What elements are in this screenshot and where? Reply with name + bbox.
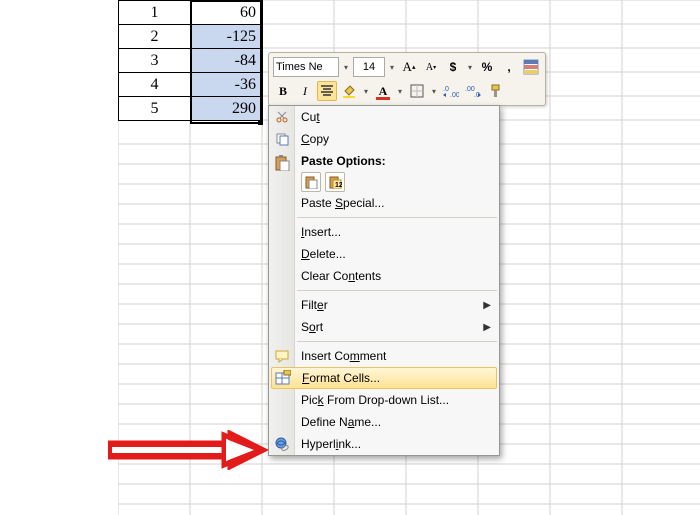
center-align-button[interactable] <box>317 81 337 101</box>
row-label[interactable]: 2 <box>119 25 191 49</box>
menu-label: Pick From Drop-down List... <box>301 393 449 407</box>
menu-paste-options: Paste Options: 123 <box>269 150 499 192</box>
menu-label: Paste Special... <box>301 196 384 210</box>
menu-format-cells[interactable]: Format Cells... <box>271 367 497 389</box>
shrink-font-button[interactable]: A▾ <box>421 57 441 77</box>
menu-separator <box>297 217 497 218</box>
row-label[interactable]: 4 <box>119 73 191 97</box>
mini-toolbar: Times Ne ▾ 14 ▾ A▴ A▾ $ ▾ % , B I ▾ A ▾ … <box>268 52 546 106</box>
font-color-dropdown[interactable]: ▾ <box>395 82 405 100</box>
fill-color-button[interactable] <box>339 81 359 101</box>
table-row[interactable]: 160 <box>119 1 263 25</box>
dec-decimal-icon: .00.0 <box>465 84 481 98</box>
borders-button[interactable] <box>407 81 427 101</box>
menu-insert-comment[interactable]: Insert Comment <box>269 345 499 367</box>
red-arrow-annotation <box>108 430 268 470</box>
menu-label: Insert... <box>301 225 341 239</box>
font-color-button[interactable]: A <box>373 81 393 101</box>
conditional-format-icon <box>523 59 539 75</box>
copy-icon <box>273 130 291 148</box>
menu-clear-contents[interactable]: Clear Contents <box>269 265 499 287</box>
row-value[interactable]: -84 <box>191 49 263 73</box>
row-label[interactable]: 3 <box>119 49 191 73</box>
menu-label: Copy <box>301 132 329 146</box>
table-row[interactable]: 5290 <box>119 97 263 121</box>
decrease-decimal-button[interactable]: .00.0 <box>463 81 483 101</box>
menu-filter[interactable]: Filter ▶ <box>269 294 499 316</box>
menu-define-name[interactable]: Define Name... <box>269 411 499 433</box>
row-value[interactable]: 290 <box>191 97 263 121</box>
menu-label: Sort <box>301 320 323 334</box>
menu-hyperlink[interactable]: Hyperlink... <box>269 433 499 455</box>
menu-label: Insert Comment <box>301 349 386 363</box>
data-table[interactable]: 160 2-125 3-84 4-36 5290 <box>118 0 263 121</box>
comment-icon <box>273 347 291 365</box>
menu-label: Format Cells... <box>302 371 380 385</box>
borders-icon <box>410 84 424 98</box>
borders-dropdown[interactable]: ▾ <box>429 82 439 100</box>
menu-sort[interactable]: Sort ▶ <box>269 316 499 338</box>
row-label[interactable]: 5 <box>119 97 191 121</box>
bucket-icon <box>342 84 356 98</box>
fill-color-dropdown[interactable]: ▾ <box>361 82 371 100</box>
comma-button[interactable]: , <box>499 57 519 77</box>
font-name-dropdown[interactable]: ▾ <box>341 58 351 76</box>
format-cells-icon <box>274 369 292 387</box>
font-name-box[interactable]: Times Ne <box>273 57 339 77</box>
menu-label: Cut <box>301 110 320 124</box>
svg-text:123: 123 <box>335 182 342 189</box>
clipboard-icon <box>304 175 318 189</box>
menu-label: Define Name... <box>301 415 381 429</box>
font-size-box[interactable]: 14 <box>353 57 385 77</box>
menu-separator <box>297 290 497 291</box>
paintbrush-icon <box>488 84 502 98</box>
format-painter-button[interactable] <box>485 81 505 101</box>
chevron-right-icon: ▶ <box>483 300 491 311</box>
conditional-format-button[interactable] <box>521 57 541 77</box>
font-size-dropdown[interactable]: ▾ <box>387 58 397 76</box>
svg-text:.0: .0 <box>443 86 449 93</box>
paste-option-values[interactable]: 123 <box>325 172 345 192</box>
row-label[interactable]: 1 <box>119 1 191 25</box>
clipboard-values-icon: 123 <box>328 175 342 189</box>
center-align-icon <box>320 85 334 97</box>
table-row[interactable]: 2-125 <box>119 25 263 49</box>
menu-paste-special[interactable]: Paste Special... <box>269 192 499 214</box>
percent-button[interactable]: % <box>477 57 497 77</box>
chevron-right-icon: ▶ <box>483 322 491 333</box>
menu-label: Filter <box>301 298 328 312</box>
paste-option-normal[interactable] <box>301 172 321 192</box>
scissors-icon <box>273 108 291 126</box>
menu-label: Delete... <box>301 247 346 261</box>
clipboard-icon <box>273 154 291 172</box>
menu-cut[interactable]: Cut <box>269 106 499 128</box>
row-value[interactable]: -125 <box>191 25 263 49</box>
row-value[interactable]: -36 <box>191 73 263 97</box>
currency-dropdown[interactable]: ▾ <box>465 58 475 76</box>
increase-decimal-button[interactable]: .0.00 <box>441 81 461 101</box>
menu-separator <box>297 341 497 342</box>
context-menu: Cut Copy Paste Options: 123 Paste Specia… <box>268 105 500 456</box>
row-value[interactable]: 60 <box>191 1 263 25</box>
italic-button[interactable]: I <box>295 81 315 101</box>
svg-text:.00: .00 <box>450 92 459 98</box>
currency-button[interactable]: $ <box>443 57 463 77</box>
menu-delete[interactable]: Delete... <box>269 243 499 265</box>
menu-label: Hyperlink... <box>301 437 361 451</box>
menu-pick-from-list[interactable]: Pick From Drop-down List... <box>269 389 499 411</box>
menu-label: Paste Options: <box>301 154 386 168</box>
bold-button[interactable]: B <box>273 81 293 101</box>
menu-label: Clear Contents <box>301 269 381 283</box>
inc-decimal-icon: .0.00 <box>443 84 459 98</box>
menu-insert[interactable]: Insert... <box>269 221 499 243</box>
table-row[interactable]: 4-36 <box>119 73 263 97</box>
table-row[interactable]: 3-84 <box>119 49 263 73</box>
globe-link-icon <box>273 435 291 453</box>
grow-font-button[interactable]: A▴ <box>399 57 419 77</box>
menu-copy[interactable]: Copy <box>269 128 499 150</box>
